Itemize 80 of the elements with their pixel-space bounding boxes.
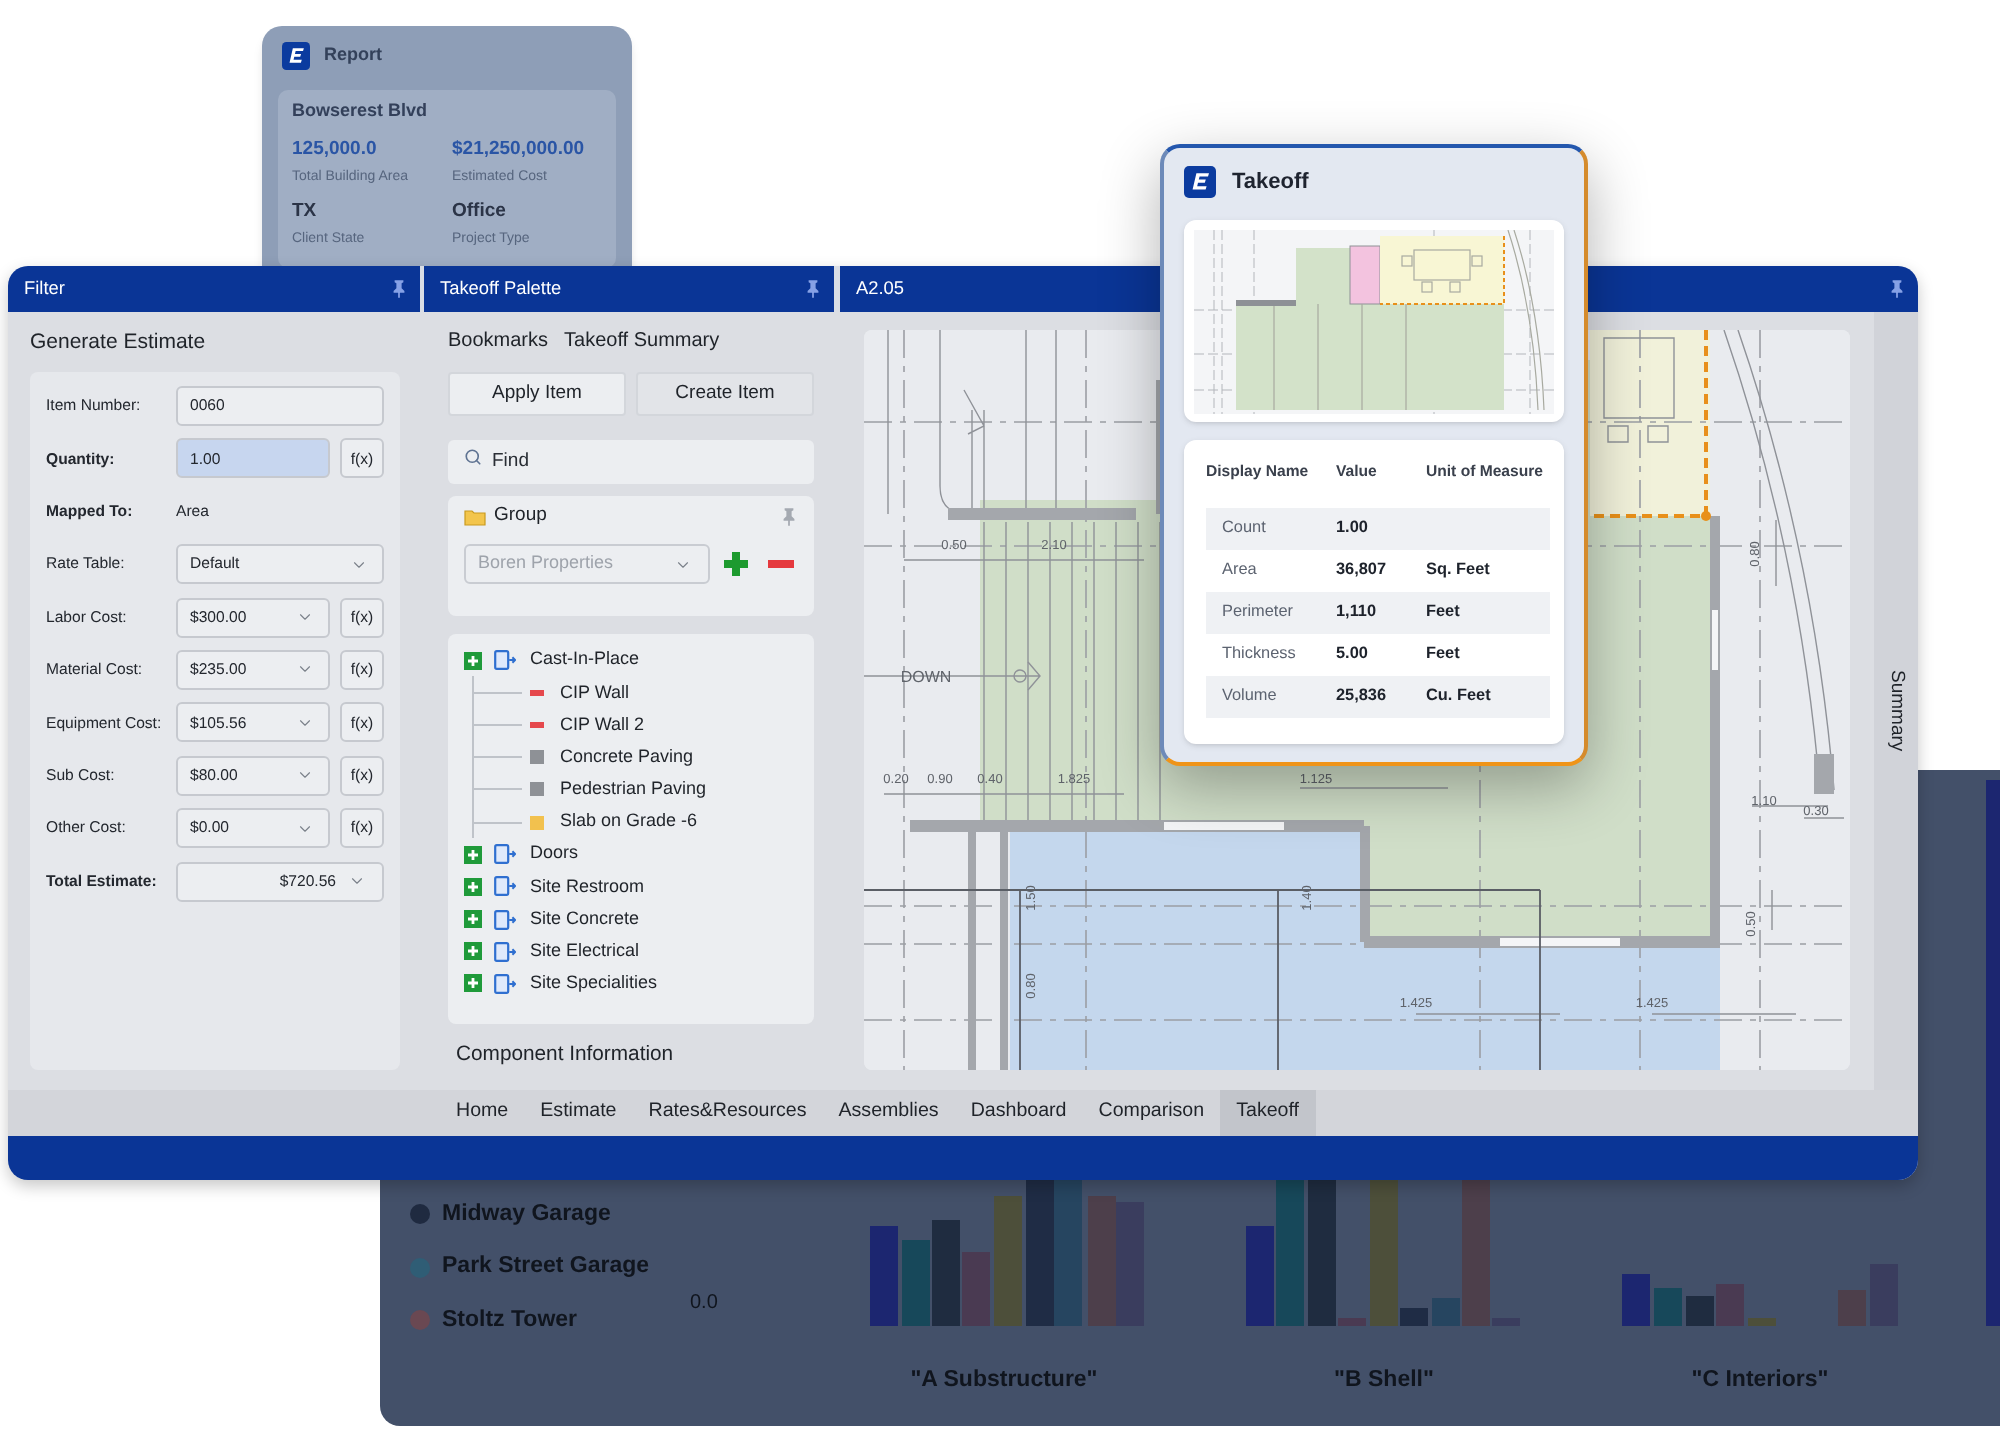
folder-icon xyxy=(464,507,486,525)
expand-icon[interactable] xyxy=(464,651,482,670)
legend-label: Midway Garage xyxy=(442,1199,611,1230)
nav-tab[interactable]: Home xyxy=(440,1090,525,1136)
tree-item[interactable]: Cast-In-Place xyxy=(530,646,640,674)
pin-icon[interactable] xyxy=(782,507,796,525)
table-cell-text: 25,836 xyxy=(1336,684,1389,709)
expand-icon[interactable] xyxy=(464,877,482,896)
stat-value: $21,250,000.00 xyxy=(452,138,587,162)
pin-icon[interactable] xyxy=(1890,280,1904,298)
nav-tab[interactable]: Dashboard xyxy=(954,1090,1083,1136)
tree-item[interactable]: CIP Wall xyxy=(560,679,630,707)
search-icon xyxy=(464,447,482,465)
tree-item[interactable]: Slab on Grade -6 xyxy=(560,808,698,836)
search-field[interactable]: Find xyxy=(448,439,814,483)
nav-tab[interactable]: Estimate xyxy=(524,1090,633,1136)
table-cell-text: 1.00 xyxy=(1336,516,1370,541)
panel-title: A2.05 xyxy=(856,275,905,302)
logo-icon xyxy=(282,42,310,70)
nav-tab[interactable]: Comparison xyxy=(1082,1090,1221,1136)
logo-icon xyxy=(1184,166,1216,198)
table-cell-text: Area xyxy=(1220,558,1259,583)
document-icon xyxy=(494,876,516,897)
nav-tab[interactable]: Assemblies xyxy=(822,1090,955,1136)
group-label: "C Interiors" xyxy=(1689,1366,1831,1396)
expand-icon[interactable] xyxy=(464,942,482,961)
table-cell-text: Thickness xyxy=(1220,642,1298,667)
side-tab[interactable]: Summary xyxy=(1874,312,1918,1090)
popup-title: Takeoff xyxy=(1232,167,1309,198)
palette-tab[interactable]: Bookmarks xyxy=(448,326,549,358)
pin-icon[interactable] xyxy=(392,280,406,298)
table-cell-text: 1,110 xyxy=(1336,600,1379,625)
document-icon xyxy=(494,844,516,865)
action-button[interactable]: Apply Item xyxy=(448,372,626,416)
group-title: Group xyxy=(494,501,547,530)
panel-title: Takeoff Palette xyxy=(440,275,562,302)
document-icon xyxy=(494,941,516,962)
section-heading: Generate Estimate xyxy=(30,328,208,358)
table-cell-text: Volume xyxy=(1220,684,1279,709)
table-cell-text: Feet xyxy=(1426,600,1462,625)
stat-value: 125,000.0 xyxy=(292,138,379,162)
table-cell-text: 5.00 xyxy=(1336,642,1370,667)
stat-value: TX xyxy=(292,200,319,224)
project-name: Bowserest Blvd xyxy=(292,100,430,122)
legend-label: Park Street Garage xyxy=(442,1252,650,1283)
tree-item[interactable]: Site Concrete xyxy=(530,905,640,933)
tree-item[interactable]: Pedestrian Paving xyxy=(560,776,707,804)
group-label: "B Shell" xyxy=(1332,1366,1436,1396)
stat-value: Office xyxy=(452,200,508,224)
expand-icon[interactable] xyxy=(464,974,482,993)
table-cell-text: Perimeter xyxy=(1220,600,1295,625)
nav-tab[interactable]: Takeoff xyxy=(1220,1090,1316,1136)
legend-label: Stoltz Tower xyxy=(442,1305,578,1336)
card-title: Report xyxy=(324,42,382,69)
tree-item[interactable]: Concrete Paving xyxy=(560,743,694,771)
table-cell-text: Feet xyxy=(1426,642,1462,667)
action-button[interactable]: Create Item xyxy=(636,372,814,416)
nav-tab[interactable]: Rates&Resources xyxy=(632,1090,823,1136)
document-icon xyxy=(494,909,516,930)
table-cell-text: Sq. Feet xyxy=(1426,558,1492,583)
pin-icon[interactable] xyxy=(806,280,820,298)
axis-label: 0.0 xyxy=(690,1290,720,1318)
document-icon xyxy=(494,973,516,994)
group-label: "A Substructure" xyxy=(908,1366,1100,1396)
document-icon xyxy=(494,650,516,671)
expand-icon[interactable] xyxy=(464,910,482,929)
panel-title: Filter xyxy=(24,275,65,302)
tree-item[interactable]: Site Restroom xyxy=(530,873,645,901)
tree-item[interactable]: Doors xyxy=(530,840,579,868)
table-cell-text: Cu. Feet xyxy=(1426,684,1493,709)
table-cell-text: Count xyxy=(1220,516,1268,541)
add-icon[interactable] xyxy=(724,552,748,576)
table-cell-text: 36,807 xyxy=(1336,558,1389,583)
tree-item[interactable]: Site Electrical xyxy=(530,938,640,966)
tree-item[interactable]: CIP Wall 2 xyxy=(560,711,645,739)
expand-icon[interactable] xyxy=(464,845,482,864)
tree-item[interactable]: Site Specialities xyxy=(530,970,658,998)
dimension-label: DOWN xyxy=(900,668,952,687)
palette-tab[interactable]: Takeoff Summary xyxy=(564,326,720,358)
section-heading: Component Information xyxy=(456,1042,676,1070)
